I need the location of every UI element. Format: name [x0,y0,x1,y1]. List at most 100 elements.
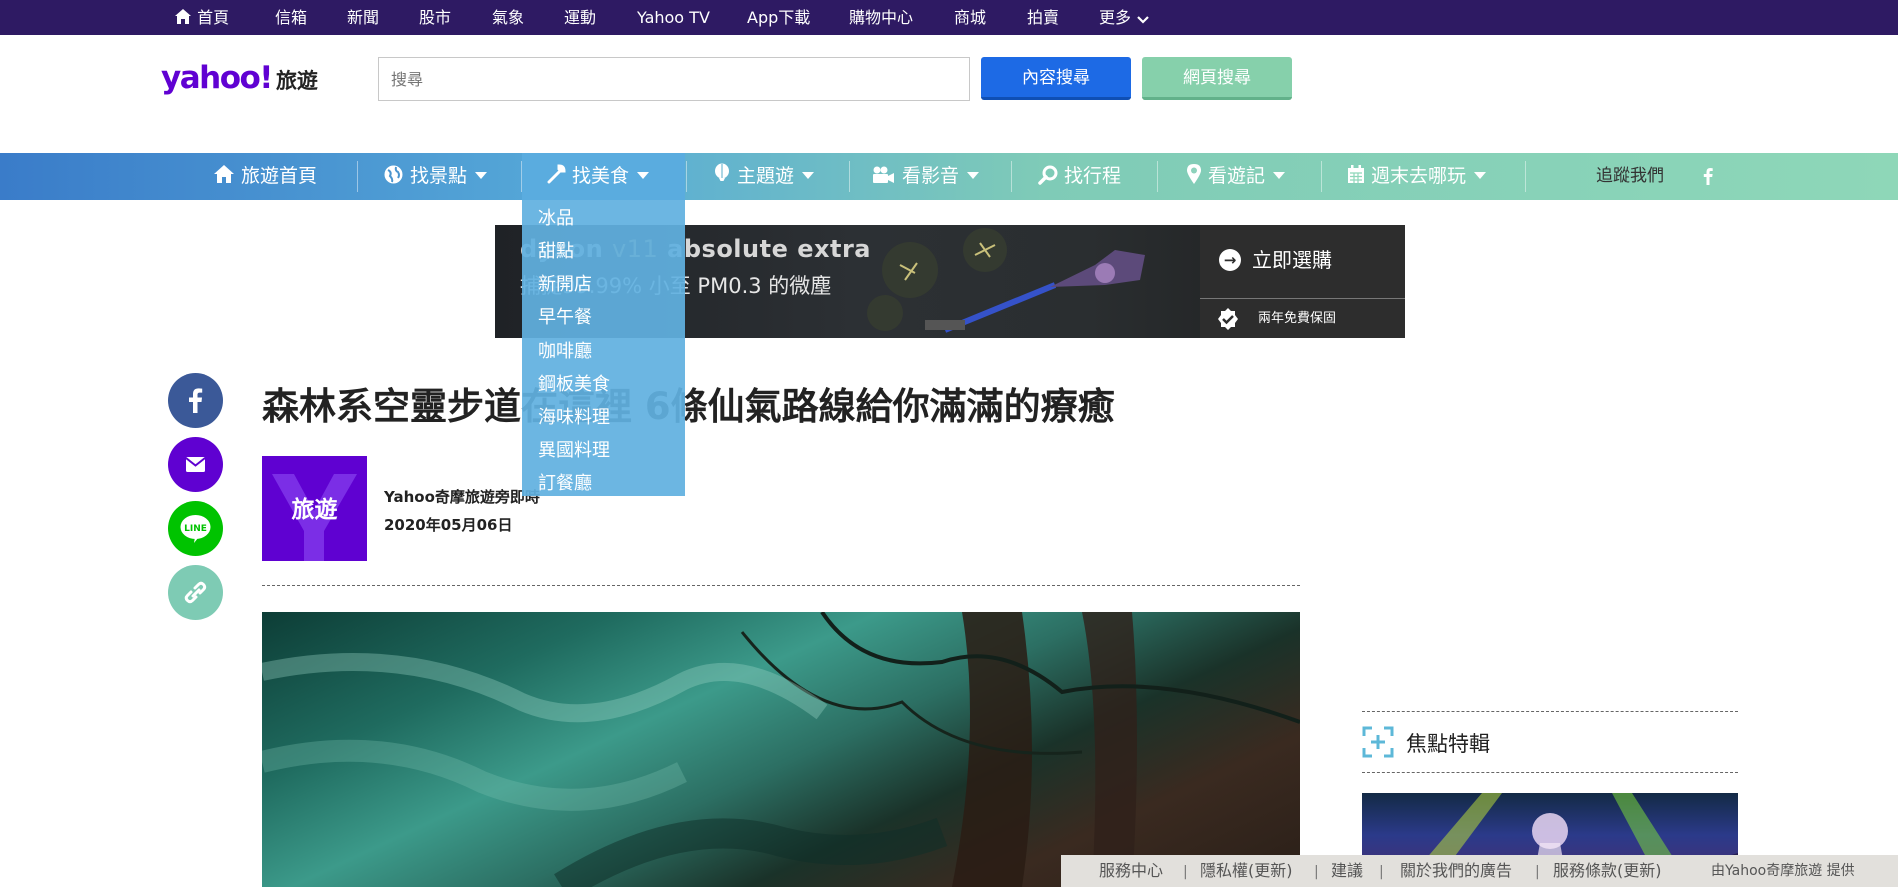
share-email-button[interactable] [168,437,223,492]
topbar-home-link[interactable]: 首頁 [174,0,229,35]
badge-check-icon [1218,308,1238,330]
caret-down-icon [1273,172,1286,179]
link-icon [184,581,207,604]
dropdown-item-seafood[interactable]: 海味料理 [538,401,610,434]
footer-link-feedback[interactable]: 建議 [1331,855,1363,887]
caret-down-icon [475,172,488,179]
map-pin-icon [1187,164,1201,184]
sidebar-divider-bottom [1362,772,1738,773]
line-icon: LINE [180,515,211,543]
footer-link-about-ads[interactable]: 關於我們的廣告 [1400,855,1512,887]
article-title: 森林系空靈步道在這裡 6條仙氣路線給你滿滿的療癒 [262,385,1115,428]
arrow-right-icon: → [1219,249,1241,271]
globe-icon [384,165,403,184]
nav-food[interactable]: 找美食 [522,153,685,200]
topbar-item-mall[interactable]: 商城 [954,0,986,35]
share-line-button[interactable]: LINE [168,501,223,556]
focus-icon [1362,726,1394,758]
nav-itinerary[interactable]: 找行程 [1038,153,1121,200]
caret-down-icon [1474,172,1487,179]
nav-themes[interactable]: 主題遊 [713,153,815,200]
sidebar-divider-top [1362,711,1738,712]
search-input[interactable] [378,57,970,101]
home-icon [214,165,234,183]
article-divider [262,585,1300,586]
copy-link-button[interactable] [168,565,223,620]
topbar-item-yahoo-tv[interactable]: Yahoo TV [637,0,710,35]
nav-journals-label: 看遊記 [1208,165,1266,187]
dropdown-item-dessert[interactable]: 甜點 [538,235,574,268]
nav-themes-label: 主題遊 [737,165,795,187]
nav-divider [357,161,358,192]
forest-trail-photo [262,612,1300,887]
footer-provider-text: 由Yahoo奇摩旅遊 提供 [1711,863,1855,879]
home-icon [175,9,191,24]
wrench-icon [547,164,566,184]
caret-down-icon [637,172,650,179]
footer-separator: | [1535,864,1540,880]
travel-category-nav: 旅遊首頁 找景點 找美食 主題遊 看影音 找行程 看遊記 週末去哪玩 追蹤我們 [0,153,1898,200]
yahoo-travel-logo[interactable]: yahoo! 旅遊 [161,60,318,100]
topbar-more-label: 更多 [1099,8,1132,27]
footer-link-terms[interactable]: 服務條款(更新) [1553,855,1662,887]
nav-videos[interactable]: 看影音 [871,153,980,200]
author-avatar-text: 旅遊 [291,497,338,523]
ad-product-image [867,228,1145,333]
mail-icon [185,457,206,472]
camera-icon [873,166,894,183]
nav-divider [1157,161,1158,192]
dropdown-item-new-store[interactable]: 新開店 [538,268,592,301]
nav-travel-home-label: 旅遊首頁 [241,165,318,187]
share-facebook-button[interactable] [168,373,223,428]
topbar-more-menu[interactable]: 更多 [1099,0,1150,35]
facebook-icon [1703,168,1713,185]
dropdown-item-foreign-cuisine[interactable]: 異國料理 [538,434,610,467]
ad-buy-now-label: 立即選購 [1252,248,1332,272]
follow-us-link[interactable]: 追蹤我們 [1596,153,1664,200]
content-search-button[interactable]: 內容搜尋 [981,57,1131,100]
article-author[interactable]: Yahoo奇摩旅遊旁即時 [384,486,540,507]
web-search-button[interactable]: 網頁搜尋 [1142,57,1292,100]
caret-down-icon [967,172,980,179]
nav-divider [1011,161,1012,192]
footer-bar: 服務中心 | 隱私權(更新) | 建議 | 關於我們的廣告 | 服務條款(更新)… [1061,855,1898,887]
topbar-item-weather[interactable]: 氣象 [492,0,524,35]
article-date: 2020年05月06日 [384,516,513,534]
nav-weekend[interactable]: 週末去哪玩 [1347,153,1487,200]
chevron-down-icon [1137,16,1149,24]
dropdown-item-teppanyaki[interactable]: 鋼板美食 [538,368,610,401]
nav-journals[interactable]: 看遊記 [1186,153,1286,200]
topbar-item-shopping[interactable]: 購物中心 [849,0,913,35]
nav-facebook-link[interactable] [1702,153,1714,200]
nav-weekend-label: 週末去哪玩 [1371,165,1467,187]
nav-food-label: 找美食 [572,165,630,187]
ad-warranty-label: 兩年免費保固 [1258,311,1337,326]
topbar-item-sports[interactable]: 運動 [564,0,596,35]
nav-sights[interactable]: 找景點 [383,153,488,200]
nav-divider [1525,161,1526,192]
author-avatar[interactable]: 旅遊 [262,456,367,561]
dropdown-item-ice[interactable]: 冰品 [538,202,574,235]
ad-buy-now-button[interactable]: → 立即選購 [1200,225,1405,296]
food-dropdown-menu: 冰品 甜點 新開店 早午餐 咖啡廳 鋼板美食 海味料理 異國料理 訂餐廳 [522,200,685,496]
nav-travel-home[interactable]: 旅遊首頁 [213,153,317,200]
topbar-item-stocks[interactable]: 股市 [419,0,451,35]
footer-link-privacy[interactable]: 隱私權(更新) [1200,855,1293,887]
dropdown-item-brunch[interactable]: 早午餐 [538,301,592,334]
search-icon [1038,165,1058,185]
nav-divider [849,161,850,192]
nav-divider [686,161,687,192]
dropdown-item-reserve[interactable]: 訂餐廳 [538,467,592,500]
topbar-item-app-download[interactable]: App下載 [747,0,810,35]
top-navigation-bar: 首頁 信箱 新聞 股市 氣象 運動 Yahoo TV App下載 購物中心 商城… [0,0,1898,35]
topbar-item-auction[interactable]: 拍賣 [1027,0,1059,35]
topbar-home-label: 首頁 [197,8,230,27]
footer-separator: | [1379,864,1384,880]
footer-link-help-center[interactable]: 服務中心 [1099,855,1163,887]
caret-down-icon [802,172,815,179]
ad-cta-panel: → 立即選購 兩年免費保固 [1200,225,1405,338]
dropdown-item-cafe[interactable]: 咖啡廳 [538,335,592,368]
topbar-item-mail[interactable]: 信箱 [275,0,307,35]
topbar-item-news[interactable]: 新聞 [347,0,379,35]
logo-subtitle: 旅遊 [275,69,318,93]
